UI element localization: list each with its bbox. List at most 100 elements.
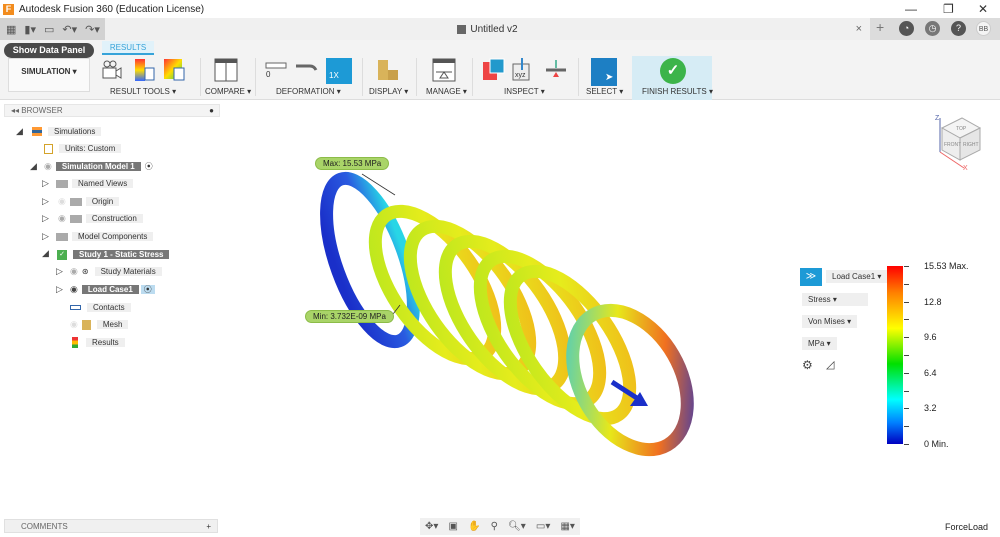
viewcube-right-face[interactable]: RIGHT: [963, 142, 979, 148]
results-details-icon[interactable]: [162, 58, 186, 82]
workspace-switcher[interactable]: SIMULATION ▾: [8, 58, 90, 92]
legend-tick: [904, 301, 909, 303]
activate-radio-icon[interactable]: ⦿: [145, 162, 153, 171]
load-case-dropdown[interactable]: Load Case1 ▾: [826, 270, 888, 283]
section-analysis-icon[interactable]: [544, 58, 568, 82]
viewcube[interactable]: Z X TOP FRONT RIGHT: [930, 110, 990, 170]
max-stress-probe[interactable]: Max: 15.53 MPa: [315, 157, 390, 170]
collapse-triangle-icon[interactable]: ▷: [56, 266, 63, 277]
visibility-eye-icon[interactable]: ◉: [70, 265, 78, 278]
select-icon[interactable]: ➤: [591, 58, 617, 86]
display-icon[interactable]: [376, 58, 400, 82]
browser-title: BROWSER: [21, 106, 63, 115]
units-dropdown[interactable]: MPa ▾: [802, 337, 837, 350]
result-type-dropdown[interactable]: Stress ▾: [802, 293, 868, 306]
notifications-icon[interactable]: ◷: [925, 21, 940, 36]
manage-icon[interactable]: [432, 58, 456, 82]
tree-node-study[interactable]: ✓ Study 1 - Static Stress: [57, 248, 170, 261]
new-tab-button[interactable]: +: [876, 19, 884, 35]
display-settings-icon[interactable]: ▭▾: [536, 521, 550, 532]
result-tools-menu[interactable]: RESULT TOOLS ▾: [110, 87, 176, 96]
tree-node-simulation-model[interactable]: ◉ Simulation Model 1 ⦿: [44, 160, 153, 173]
tree-node-mesh[interactable]: ◉ Mesh: [70, 318, 129, 331]
display-menu[interactable]: DISPLAY ▾: [369, 87, 408, 96]
pan-hand-icon[interactable]: ✋: [468, 521, 480, 532]
browser-pin-icon[interactable]: ●: [209, 105, 214, 117]
deformation-actual-icon[interactable]: 1X: [326, 58, 352, 84]
tree-node-construction[interactable]: ◉ Construction: [58, 212, 143, 225]
finish-results-checkmark-icon[interactable]: ✓: [660, 58, 686, 84]
browser-header[interactable]: ◂◂ BROWSER ●: [4, 104, 220, 117]
tree-node-results[interactable]: Results: [72, 336, 125, 349]
pin-legend-toggle[interactable]: ≫: [800, 268, 822, 286]
data-panel-grid-icon[interactable]: ▦: [6, 23, 16, 36]
tree-node-study-materials[interactable]: ◉ ⊛ Study Materials: [70, 265, 162, 278]
tab-results[interactable]: RESULTS: [102, 41, 154, 55]
tree-node-named-views[interactable]: Named Views: [56, 177, 134, 190]
collapse-triangle-icon[interactable]: ▷: [42, 231, 49, 242]
zoom-window-icon[interactable]: 🔍︎▾: [508, 521, 526, 532]
visibility-eye-icon[interactable]: ◉: [44, 160, 52, 173]
collapse-icon[interactable]: ◂◂: [11, 106, 21, 115]
manage-menu[interactable]: MANAGE ▾: [426, 87, 467, 96]
add-comment-icon[interactable]: +: [206, 520, 211, 533]
legend-tick: [904, 355, 909, 356]
expand-triangle-icon[interactable]: ◢: [16, 126, 23, 137]
deformation-menu[interactable]: DEFORMATION ▾: [276, 87, 341, 96]
compare-menu[interactable]: COMPARE ▾: [205, 87, 251, 96]
grid-settings-icon[interactable]: ▦▾: [560, 521, 574, 532]
job-status-icon[interactable]: ◔: [899, 21, 914, 36]
visibility-eye-icon[interactable]: ◉: [70, 283, 78, 296]
min-stress-probe[interactable]: Min: 3.732E-09 MPa: [305, 310, 394, 323]
visibility-eye-icon[interactable]: ◉: [58, 212, 66, 225]
viewcube-top-face[interactable]: TOP: [956, 126, 967, 132]
results-icon: [72, 337, 78, 349]
expand-triangle-icon[interactable]: ◢: [30, 161, 37, 172]
collapse-triangle-icon[interactable]: ▷: [42, 213, 49, 224]
expand-triangle-icon[interactable]: ◢: [42, 248, 49, 259]
file-menu-icon[interactable]: ▮▾: [24, 23, 36, 36]
legend-settings-gear-icon[interactable]: ⚙: [802, 358, 813, 372]
adjust-range-icon[interactable]: ◿: [826, 358, 834, 371]
save-icon[interactable]: ▭: [44, 23, 54, 36]
hidden-eye-icon[interactable]: ◉: [58, 195, 66, 208]
help-icon[interactable]: ?: [951, 21, 966, 36]
orbit-icon[interactable]: ✥▾: [425, 521, 438, 532]
legend-tick: [904, 337, 909, 339]
tree-node-model-components[interactable]: Model Components: [56, 230, 154, 243]
probes-icon[interactable]: [482, 58, 506, 82]
finish-results-menu[interactable]: FINISH RESULTS ▾: [642, 87, 713, 96]
animate-icon[interactable]: [100, 58, 124, 82]
tree-node-simulations[interactable]: Simulations: [32, 125, 102, 138]
inspect-menu[interactable]: INSPECT ▾: [504, 87, 545, 96]
tree-node-units[interactable]: Units: Custom: [44, 142, 122, 155]
comments-panel[interactable]: COMMENTS +: [4, 519, 218, 533]
close-window-button[interactable]: ✕: [978, 2, 988, 16]
tree-node-contacts[interactable]: Contacts: [70, 301, 131, 314]
minimize-button[interactable]: —: [905, 2, 917, 16]
report-icon[interactable]: [133, 58, 157, 82]
close-tab-icon[interactable]: ×: [856, 23, 862, 35]
viewcube-front-face[interactable]: FRONT: [944, 142, 961, 148]
collapse-triangle-icon[interactable]: ▷: [56, 284, 63, 295]
collapse-triangle-icon[interactable]: ▷: [42, 178, 49, 189]
tree-node-load-case[interactable]: ◉ Load Case1 ⦿: [70, 283, 155, 296]
avatar[interactable]: BB: [976, 21, 991, 36]
select-menu[interactable]: SELECT ▾: [586, 87, 623, 96]
show-data-panel-button[interactable]: Show Data Panel: [4, 43, 94, 58]
collapse-triangle-icon[interactable]: ▷: [42, 196, 49, 207]
zoom-icon[interactable]: ⚲: [491, 521, 498, 532]
activate-radio-icon[interactable]: ⦿: [140, 285, 155, 294]
restore-button[interactable]: ❐: [943, 2, 954, 16]
inspect-xyz-icon[interactable]: xyz: [510, 58, 534, 82]
tree-node-origin[interactable]: ◉ Origin: [58, 195, 120, 208]
compare-icon[interactable]: [214, 58, 238, 82]
undo-icon[interactable]: ↶▾: [62, 23, 77, 36]
component-dropdown[interactable]: Von Mises ▾: [802, 315, 858, 328]
hidden-eye-icon[interactable]: ◉: [70, 318, 78, 331]
deformation-none-icon[interactable]: 0: [264, 58, 288, 82]
document-tab[interactable]: Untitled v2 ×: [105, 18, 870, 40]
deformation-adjusted-icon[interactable]: [294, 58, 318, 82]
redo-icon[interactable]: ↷▾: [85, 23, 100, 36]
look-at-icon[interactable]: ▣: [449, 521, 458, 532]
